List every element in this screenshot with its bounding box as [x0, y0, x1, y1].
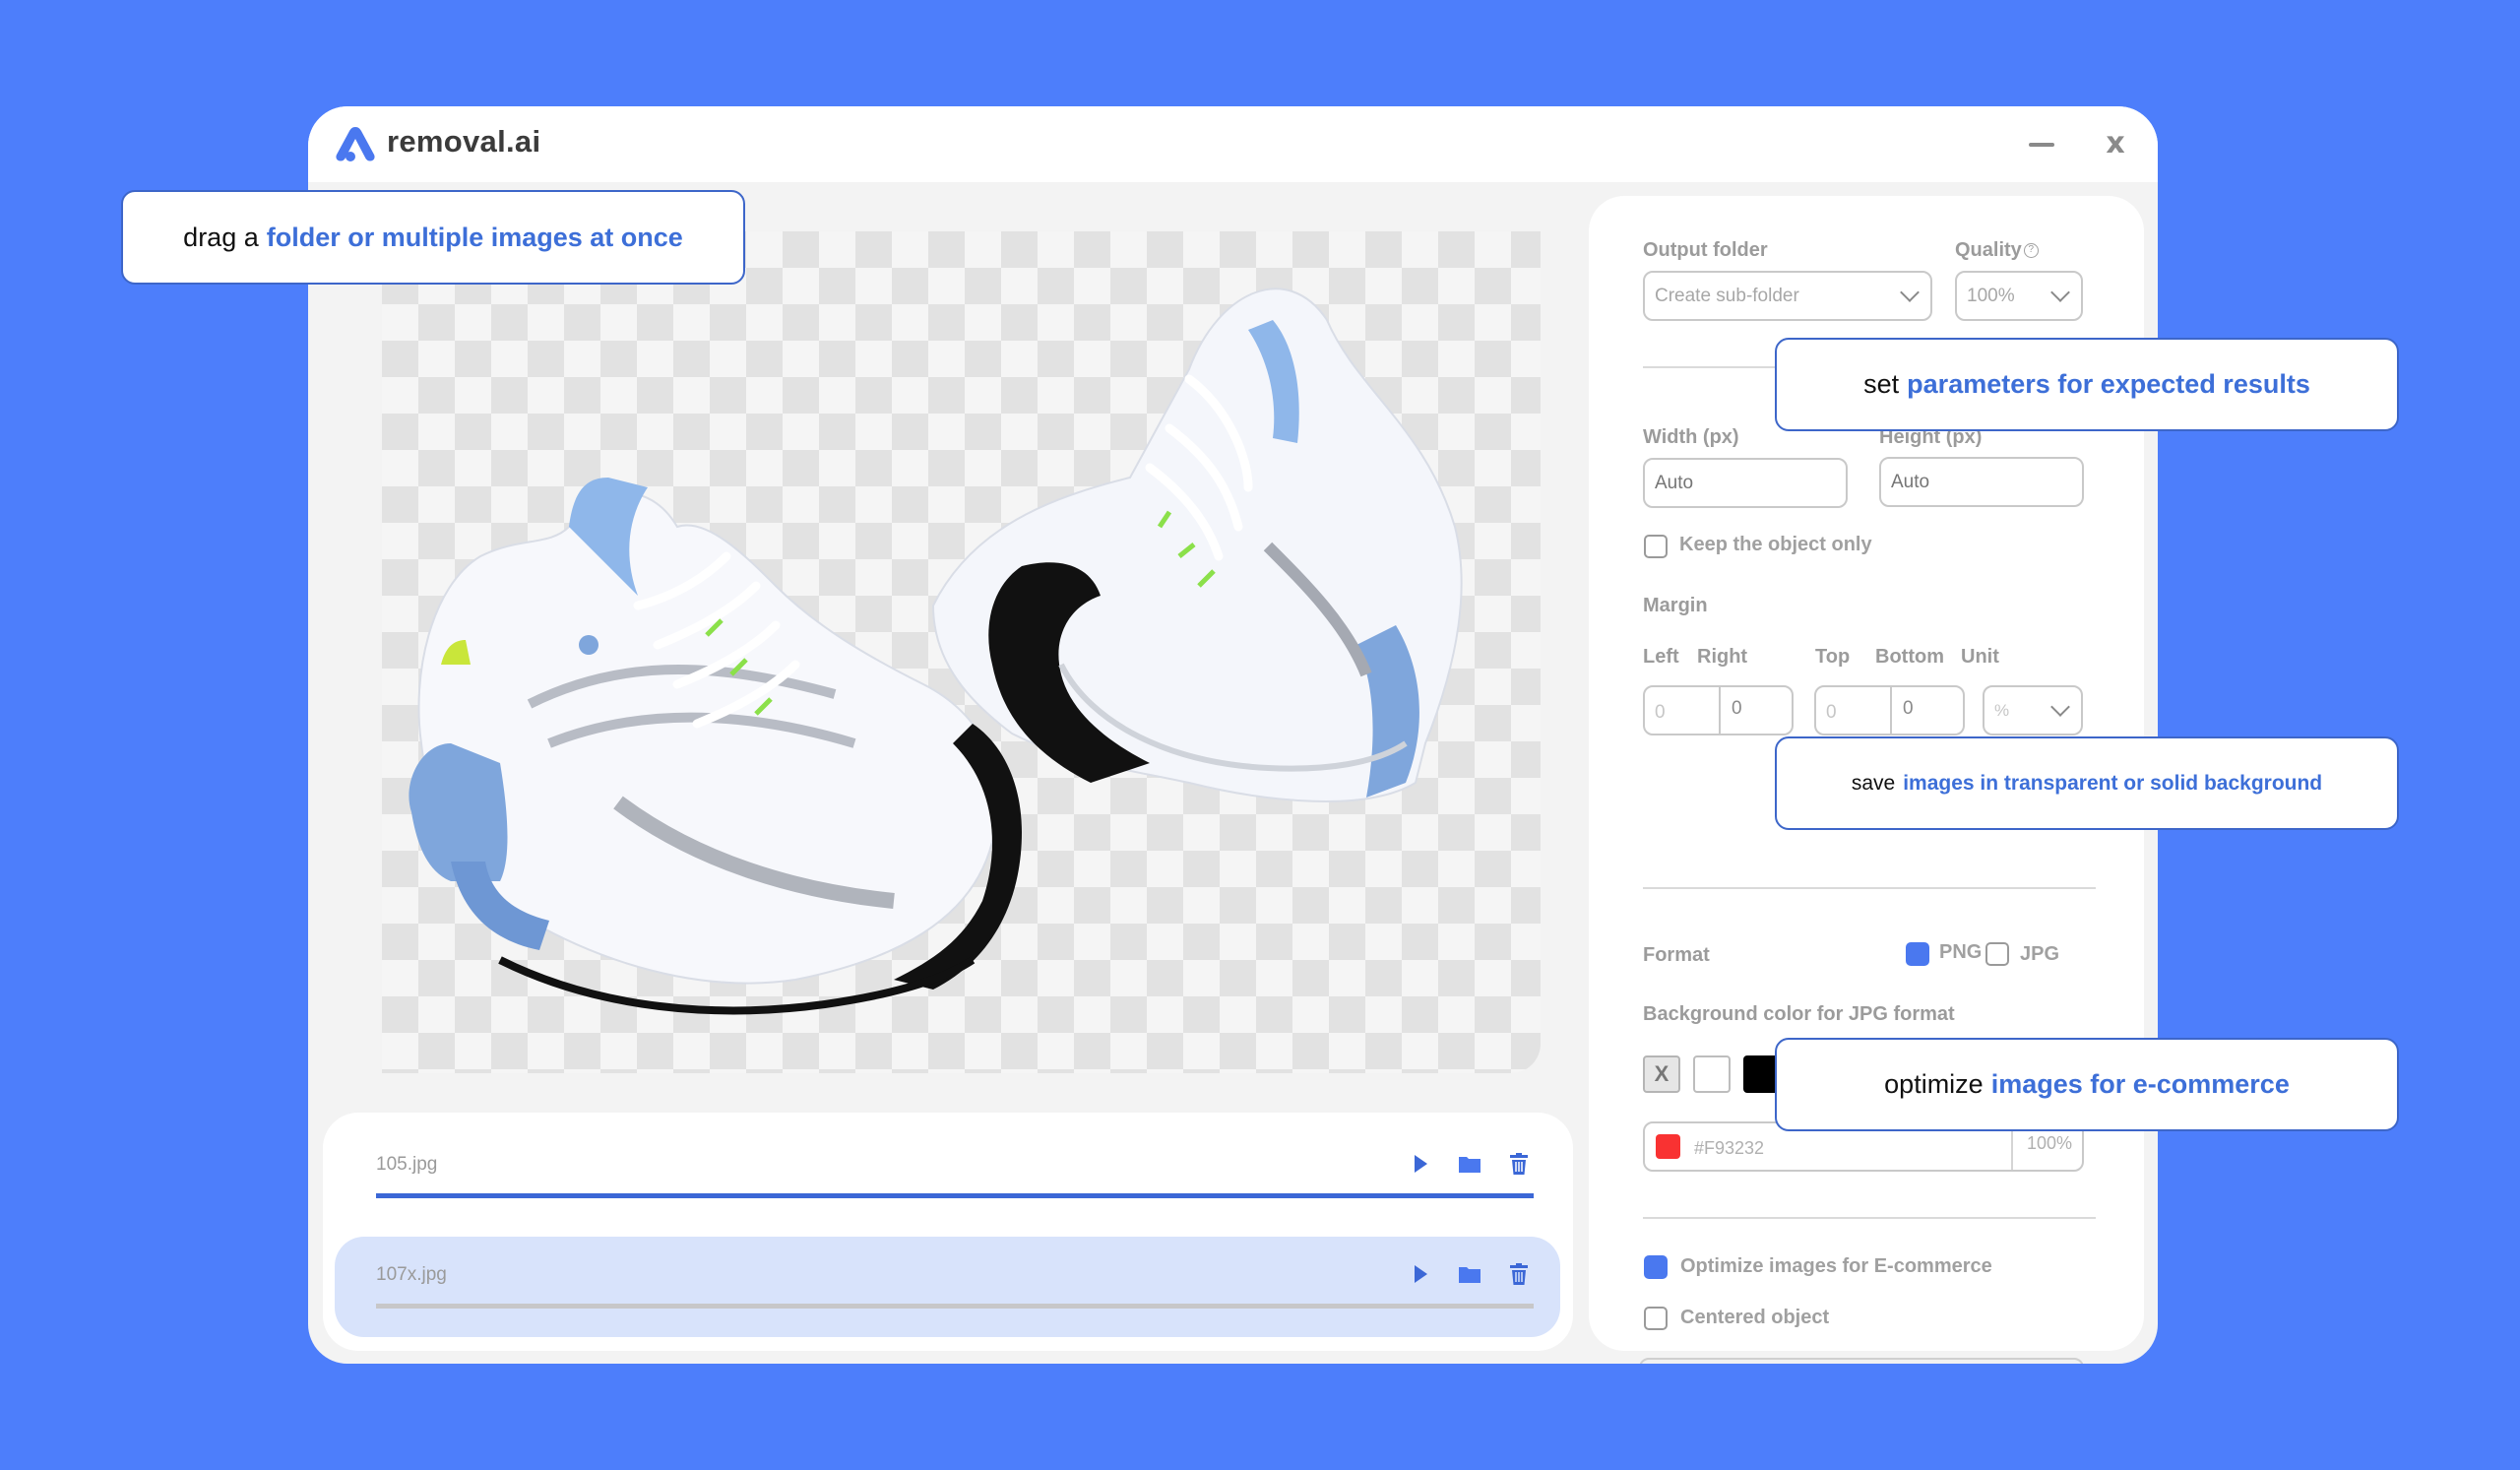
image-preview-canvas[interactable]	[382, 231, 1541, 1073]
margin-left-right-group: 0 0	[1643, 685, 1794, 735]
folder-icon[interactable]	[1456, 1150, 1483, 1178]
divider	[1643, 1217, 2096, 1219]
callout-highlight: images in transparent or solid backgroun…	[1903, 771, 2323, 795]
callout-prefix: optimize	[1884, 1069, 1984, 1099]
keep-object-label: Keep the object only	[1679, 534, 1872, 555]
file-row[interactable]: 105.jpg	[335, 1126, 1560, 1227]
output-folder-value: Create sub-folder	[1655, 285, 1799, 306]
color-swatch[interactable]	[1693, 1055, 1731, 1093]
file-progress-bar	[376, 1304, 1534, 1309]
callout-set-parameters: set parameters for expected results	[1775, 338, 2399, 431]
color-hex-value: #F93232	[1694, 1138, 1765, 1158]
callout-highlight: images for e-commerce	[1990, 1069, 2290, 1099]
format-jpg-label: JPG	[2020, 943, 2060, 965]
progress-fill	[376, 1193, 1534, 1198]
file-actions	[1407, 1260, 1533, 1288]
app-window: removal.ai x 105.jpg 107x.jpg Output fol…	[308, 106, 2158, 1364]
margin-bottom-input[interactable]: 0	[1903, 698, 1914, 720]
color-opacity-value[interactable]: 100%	[2027, 1133, 2072, 1154]
chevron-down-icon	[2050, 282, 2070, 302]
close-button[interactable]: x	[2098, 126, 2133, 161]
file-list: 105.jpg 107x.jpg	[323, 1113, 1573, 1351]
format-png-checkbox[interactable]	[1906, 942, 1929, 966]
optimize-checkbox[interactable]	[1644, 1255, 1668, 1279]
callout-prefix: drag a	[183, 222, 259, 252]
margin-unit-value: %	[1994, 700, 2010, 720]
margin-bottom-label: Bottom	[1875, 646, 1944, 668]
width-input[interactable]	[1643, 458, 1848, 508]
file-actions	[1407, 1150, 1533, 1178]
field-separator	[1890, 687, 1892, 734]
back-shoe	[931, 288, 1463, 802]
callout-optimize-ecommerce: optimize images for e-commerce	[1775, 1038, 2399, 1131]
margin-top-label: Top	[1815, 646, 1851, 668]
output-folder-select[interactable]: Create sub-folder	[1643, 271, 1932, 321]
file-name: 105.jpg	[376, 1154, 438, 1175]
margin-left-input[interactable]: 0	[1655, 702, 1666, 724]
play-icon[interactable]	[1407, 1260, 1434, 1288]
callout-highlight: parameters for expected results	[1907, 369, 2310, 399]
format-png-label: PNG	[1939, 941, 1983, 963]
callout-prefix: set	[1863, 369, 1900, 399]
margin-left-label: Left	[1643, 646, 1679, 668]
keep-object-checkbox[interactable]	[1644, 535, 1668, 558]
trash-icon[interactable]	[1505, 1260, 1533, 1288]
file-row[interactable]: 107x.jpg	[335, 1237, 1560, 1337]
output-folder-label: Output folder	[1643, 239, 1768, 261]
help-icon[interactable]: ?	[2023, 243, 2039, 259]
format-label: Format	[1643, 944, 1710, 966]
play-icon[interactable]	[1407, 1150, 1434, 1178]
quality-value: 100%	[1967, 285, 2015, 306]
centered-label: Centered object	[1680, 1307, 1830, 1328]
quality-label: Quality?	[1955, 239, 2039, 262]
callout-highlight: folder or multiple images at once	[266, 222, 683, 252]
minimize-button[interactable]	[2026, 126, 2061, 161]
height-input[interactable]	[1879, 457, 2084, 507]
optimize-label: Optimize images for E-commerce	[1680, 1255, 1992, 1277]
quality-select[interactable]: 100%	[1955, 271, 2083, 321]
margin-unit-select[interactable]: %	[1983, 685, 2083, 735]
width-label: Width (px)	[1643, 426, 1739, 448]
format-jpg-checkbox[interactable]	[1985, 942, 2009, 966]
margin-right-label: Right	[1697, 646, 1748, 668]
no-color-swatch[interactable]: X	[1643, 1055, 1680, 1093]
chevron-down-icon	[1900, 282, 1920, 302]
front-shoe	[409, 478, 1022, 1015]
start-button[interactable]: Start	[1639, 1358, 2084, 1364]
callout-drag-folder: drag a folder or multiple images at once	[121, 190, 745, 285]
bg-color-label: Background color for JPG format	[1643, 1003, 1955, 1025]
field-separator	[1719, 687, 1721, 734]
current-color-swatch	[1656, 1134, 1680, 1159]
margin-label: Margin	[1643, 595, 1708, 616]
margin-right-input[interactable]: 0	[1732, 698, 1742, 720]
folder-icon[interactable]	[1456, 1260, 1483, 1288]
quality-label-text: Quality	[1955, 239, 2022, 261]
chevron-down-icon	[2050, 696, 2070, 717]
centered-checkbox[interactable]	[1644, 1307, 1668, 1330]
brand-name: removal.ai	[387, 124, 541, 159]
callout-save-background: save images in transparent or solid backg…	[1775, 736, 2399, 830]
file-progress-bar	[376, 1193, 1534, 1198]
callout-prefix: save	[1851, 771, 1896, 795]
title-bar: removal.ai x	[308, 106, 2158, 182]
trash-icon[interactable]	[1505, 1150, 1533, 1178]
shoes-image	[409, 288, 1463, 1015]
margin-top-input[interactable]: 0	[1826, 702, 1837, 724]
margin-top-bottom-group: 0 0	[1814, 685, 1965, 735]
removal-ai-logo-icon	[336, 127, 375, 161]
file-name: 107x.jpg	[376, 1264, 447, 1285]
divider	[1643, 887, 2096, 889]
margin-unit-label: Unit	[1961, 646, 1999, 668]
